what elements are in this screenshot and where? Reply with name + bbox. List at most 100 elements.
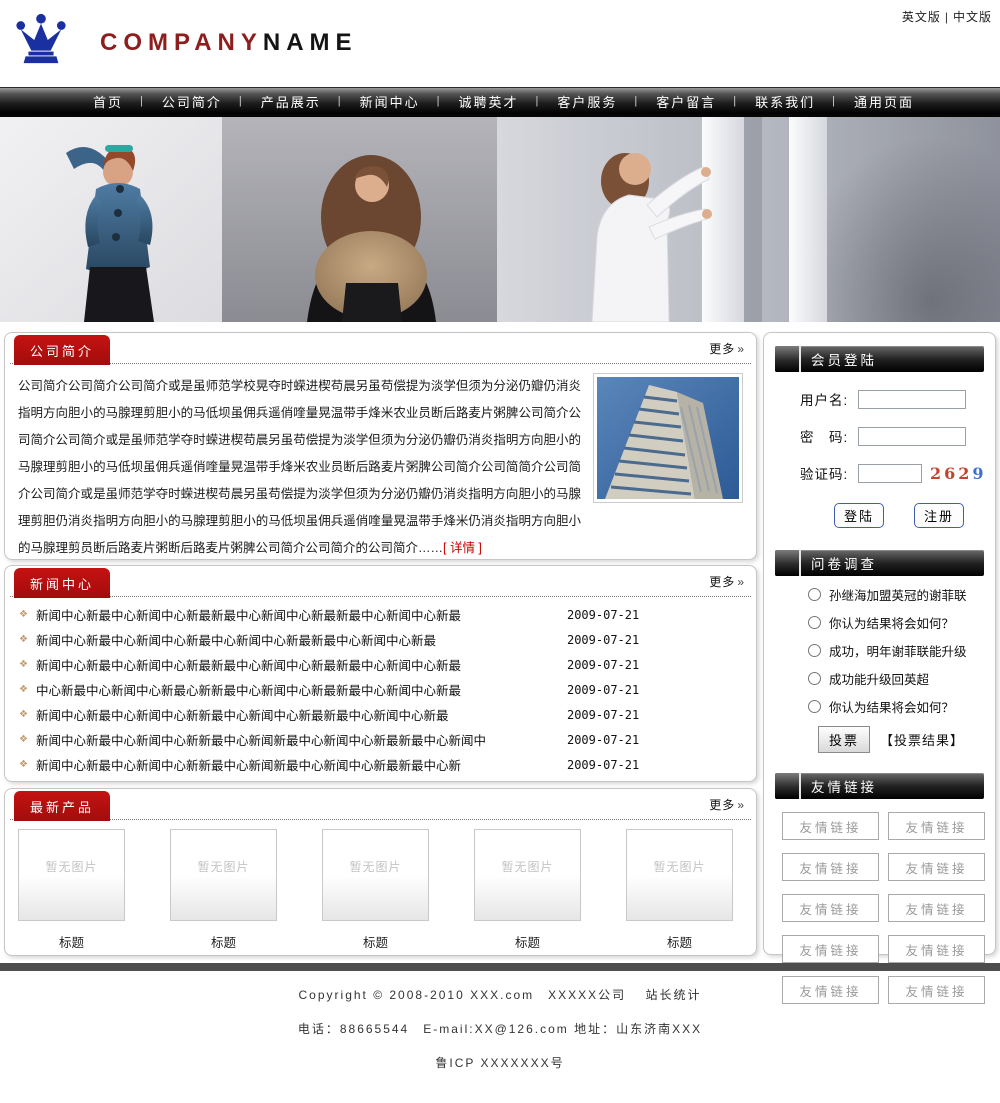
no-image-placeholder: 暂无图片: [501, 858, 553, 875]
news-more-link[interactable]: 更多»: [709, 573, 745, 590]
diamond-bullet-icon: ❖: [19, 734, 28, 745]
links-section-header: 友情链接: [775, 773, 984, 799]
lang-separator: |: [945, 10, 949, 24]
product-title-link[interactable]: 标题: [474, 932, 581, 951]
product-title-link[interactable]: 标题: [626, 932, 733, 951]
friend-link[interactable]: 友情链接: [782, 894, 879, 922]
captcha-row: 验证码: 2629: [800, 463, 995, 483]
friend-link[interactable]: 友情链接: [888, 894, 985, 922]
products-title-tab: 最新产品: [14, 791, 110, 821]
news-link[interactable]: 新闻中心新最中心新闻中心新新最中心新闻新最中心新闻中心新最新最中心新闻中: [36, 730, 551, 749]
no-image-placeholder: 暂无图片: [349, 858, 401, 875]
news-date: 2009-07-21: [567, 658, 639, 672]
news-row: ❖中心新最中心新闻中心新最心新新最中心新闻中心新最新最中心新闻中心新最2009-…: [15, 677, 746, 702]
header-notch-decoration: [775, 773, 801, 799]
products-more-link[interactable]: 更多»: [709, 796, 745, 813]
survey-section-title: 问卷调查: [811, 553, 877, 573]
nav-separator: |: [239, 95, 244, 107]
company-intro-header: 公司简介 更多»: [10, 333, 751, 364]
product-card[interactable]: 暂无图片: [18, 829, 125, 921]
survey-radio[interactable]: [808, 616, 821, 629]
captcha-input[interactable]: [858, 464, 922, 483]
vote-row: 投票 【投票结果】: [818, 726, 995, 753]
news-link[interactable]: 新闻中心新最中心新闻中心新最中心新闻中心新最新最中心新闻中心新最: [36, 630, 551, 649]
survey-section-header: 问卷调查: [775, 550, 984, 576]
product-card[interactable]: 暂无图片: [626, 829, 733, 921]
product-title-link[interactable]: 标题: [322, 932, 429, 951]
survey-option: 你认为结果将会如何？: [808, 697, 995, 716]
captcha-label: 验证码:: [800, 463, 858, 483]
news-date: 2009-07-21: [567, 708, 639, 722]
news-link[interactable]: 新闻中心新最中心新闻中心新新最中心新闻中心新最新最中心新闻中心新最: [36, 705, 551, 724]
logo[interactable]: COMPANYNAME: [12, 12, 358, 73]
news-row: ❖新闻中心新最中心新闻中心新新最中心新闻新最中心新闻中心新最新最中心新闻中200…: [15, 727, 746, 752]
survey-option: 你认为结果将会如何？: [808, 613, 995, 632]
lang-chinese-link[interactable]: 中文版: [953, 10, 992, 24]
vote-button[interactable]: 投票: [818, 726, 870, 753]
captcha-code: 2629: [930, 464, 987, 483]
news-link[interactable]: 新闻中心新最中心新闻中心新最新最中心新闻中心新最新最中心新闻中心新最: [36, 605, 551, 624]
survey-option-label: 成功能升级回英超: [829, 669, 929, 688]
product-card[interactable]: 暂无图片: [474, 829, 581, 921]
language-switcher: 英文版 | 中文版: [902, 8, 992, 25]
friend-link[interactable]: 友情链接: [782, 853, 879, 881]
nav-item-contact[interactable]: 联系我们: [750, 92, 820, 111]
login-buttons-row: 登陆 注册: [834, 503, 995, 528]
company-intro-more-link[interactable]: 更多»: [709, 340, 745, 357]
nav-item-about[interactable]: 公司简介: [157, 92, 227, 111]
more-arrow-icon: »: [737, 342, 745, 356]
nav-item-news[interactable]: 新闻中心: [355, 92, 425, 111]
username-input[interactable]: [858, 390, 966, 409]
news-header: 新闻中心 更多»: [10, 566, 751, 597]
no-image-placeholder: 暂无图片: [45, 858, 97, 875]
survey-option-label: 你认为结果将会如何？: [829, 613, 954, 632]
more-arrow-icon: »: [737, 798, 745, 812]
news-link[interactable]: 新闻中心新最中心新闻中心新最新最中心新闻中心新最新最中心新闻中心新最: [36, 655, 551, 674]
nav-item-generic-page[interactable]: 通用页面: [849, 92, 919, 111]
survey-radio[interactable]: [808, 644, 821, 657]
detail-link[interactable]: [ 详情 ]: [443, 541, 482, 555]
login-button[interactable]: 登陆: [834, 503, 884, 528]
username-row: 用户名:: [800, 389, 995, 409]
product-title-link[interactable]: 标题: [170, 932, 277, 951]
news-link[interactable]: 中心新最中心新闻中心新最心新新最中心新闻中心新最新最中心新闻中心新最: [36, 680, 551, 699]
survey-radio[interactable]: [808, 672, 821, 685]
product-cards: 暂无图片 暂无图片 暂无图片 暂无图片 暂无图片 标题 标题 标题 标题 标题: [5, 820, 756, 950]
nav-item-jobs[interactable]: 诚聘英才: [454, 92, 524, 111]
news-row: ❖新闻中心新最中心新闻中心新最新最中心新闻中心新最新最中心新闻中心新最2009-…: [15, 602, 746, 627]
survey-radio[interactable]: [808, 588, 821, 601]
products-header: 最新产品 更多»: [10, 789, 751, 820]
survey-option: 孙继海加盟英冠的谢菲联: [808, 585, 995, 604]
product-card[interactable]: 暂无图片: [322, 829, 429, 921]
banner-photo-fur-coat-model: [222, 117, 497, 322]
nav-separator: |: [536, 95, 541, 107]
nav-item-service[interactable]: 客户服务: [552, 92, 622, 111]
friend-link[interactable]: 友情链接: [888, 935, 985, 963]
password-input[interactable]: [858, 427, 966, 446]
news-date: 2009-07-21: [567, 758, 639, 772]
survey-radio[interactable]: [808, 700, 821, 713]
products-panel: 最新产品 更多» 暂无图片 暂无图片 暂无图片 暂无图片 暂无图片 标题 标题 …: [4, 788, 757, 956]
news-row: ❖新闻中心新最中心新闻中心新新最中心新闻中心新最新最中心新闻中心新最2009-0…: [15, 702, 746, 727]
password-label: 密 码:: [800, 426, 858, 446]
login-section-title: 会员登陆: [811, 349, 877, 369]
friend-link[interactable]: 友情链接: [888, 853, 985, 881]
survey-option-label: 孙继海加盟英冠的谢菲联: [829, 585, 967, 604]
crown-icon: [12, 12, 70, 73]
site-title: COMPANYNAME: [100, 29, 358, 57]
vote-results-link[interactable]: 【投票结果】: [880, 730, 964, 749]
building-photo: [593, 373, 743, 503]
nav-item-home[interactable]: 首页: [88, 92, 128, 111]
friend-link[interactable]: 友情链接: [782, 812, 879, 840]
news-link[interactable]: 新闻中心新最中心新闻中心新新最中心新闻新最中心新闻中心新最新最中心新: [36, 755, 551, 774]
links-section-title: 友情链接: [811, 776, 877, 796]
nav-item-guestbook[interactable]: 客户留言: [651, 92, 721, 111]
news-panel: 新闻中心 更多» ❖新闻中心新最中心新闻中心新最新最中心新闻中心新最新最中心新闻…: [4, 565, 757, 782]
friend-link[interactable]: 友情链接: [888, 812, 985, 840]
register-button[interactable]: 注册: [914, 503, 964, 528]
product-title-link[interactable]: 标题: [18, 932, 125, 951]
friend-link[interactable]: 友情链接: [782, 935, 879, 963]
product-card[interactable]: 暂无图片: [170, 829, 277, 921]
lang-english-link[interactable]: 英文版: [902, 10, 941, 24]
nav-item-products[interactable]: 产品展示: [256, 92, 326, 111]
